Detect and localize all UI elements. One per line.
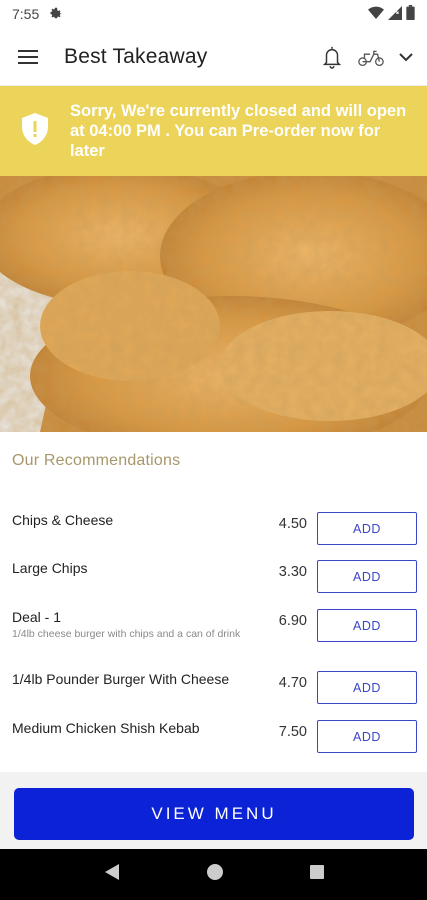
status-time: 7:55 bbox=[12, 6, 40, 22]
home-icon[interactable] bbox=[206, 863, 224, 886]
app-bar: Best Takeaway bbox=[0, 28, 427, 86]
page-title: Best Takeaway bbox=[64, 44, 208, 68]
hamburger-menu-icon[interactable] bbox=[18, 45, 42, 69]
item-price: 3.30 bbox=[278, 564, 307, 580]
item-name: Medium Chicken Shish Kebab bbox=[12, 720, 200, 736]
scooter-icon[interactable] bbox=[357, 46, 385, 68]
item-price: 4.70 bbox=[278, 675, 307, 691]
status-bar: 7:55 bbox=[0, 0, 427, 28]
add-button[interactable]: ADD bbox=[317, 720, 417, 753]
recommendations-section: Our Recommendations Chips & Cheese 4.50 … bbox=[0, 432, 427, 772]
add-button[interactable]: ADD bbox=[317, 671, 417, 704]
section-title: Our Recommendations bbox=[12, 452, 181, 469]
back-icon[interactable] bbox=[103, 863, 121, 886]
closed-banner: Sorry, We're currently closed and will o… bbox=[0, 86, 427, 176]
recents-icon[interactable] bbox=[309, 864, 325, 885]
battery-icon bbox=[406, 5, 415, 23]
system-nav-bar bbox=[0, 849, 427, 900]
item-price: 7.50 bbox=[278, 724, 307, 740]
add-button[interactable]: ADD bbox=[317, 512, 417, 545]
item-name: Large Chips bbox=[12, 560, 88, 576]
hero-image bbox=[0, 176, 427, 432]
signal-icon bbox=[388, 5, 402, 23]
item-name: Deal - 1 bbox=[12, 609, 62, 625]
add-button[interactable]: ADD bbox=[317, 609, 417, 642]
item-description: 1/4lb cheese burger with chips and a can… bbox=[12, 628, 241, 640]
shield-alert-icon bbox=[22, 112, 54, 150]
view-menu-button[interactable]: VIEW MENU bbox=[14, 788, 414, 840]
item-name: 1/4lb Pounder Burger With Cheese bbox=[12, 671, 230, 687]
bell-icon[interactable] bbox=[321, 45, 343, 69]
gear-icon bbox=[49, 6, 63, 23]
add-button[interactable]: ADD bbox=[317, 560, 417, 593]
item-price: 6.90 bbox=[278, 613, 307, 629]
wifi-icon bbox=[368, 6, 384, 23]
item-name: Chips & Cheese bbox=[12, 512, 114, 528]
item-price: 4.50 bbox=[278, 516, 307, 532]
banner-message: Sorry, We're currently closed and will o… bbox=[70, 102, 407, 160]
footer-bar: VIEW MENU bbox=[0, 772, 427, 849]
chevron-down-icon[interactable] bbox=[399, 52, 413, 62]
